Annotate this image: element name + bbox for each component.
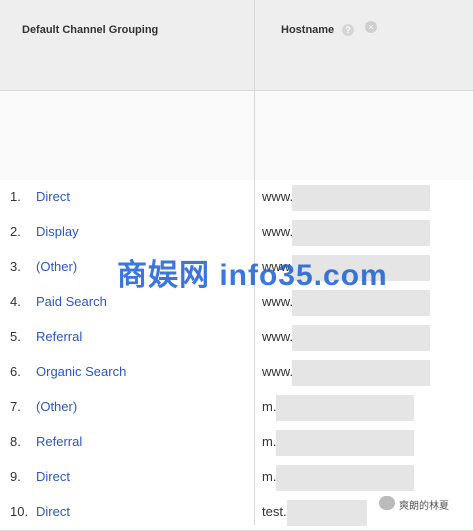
channel-link[interactable]: (Other) <box>36 399 77 414</box>
channel-link[interactable]: Direct <box>36 504 70 519</box>
table-row: 2. Display www. <box>0 215 473 251</box>
redacted-block <box>276 430 414 456</box>
hostname-cell: www. <box>262 364 294 379</box>
column-header-hostname[interactable]: Hostname <box>281 24 334 36</box>
redacted-block <box>292 255 430 281</box>
channel-link[interactable]: (Other) <box>36 259 77 274</box>
channel-link[interactable]: Direct <box>36 189 70 204</box>
row-number: 1. <box>10 189 21 204</box>
hostname-cell: m. <box>262 469 277 484</box>
hostname-cell: m. <box>262 399 277 414</box>
channel-link[interactable]: Organic Search <box>36 364 126 379</box>
redacted-block <box>276 465 414 491</box>
hostname-cell: m. <box>262 434 277 449</box>
table-row: 1. Direct www. <box>0 180 473 216</box>
help-icon[interactable]: ? <box>342 24 354 36</box>
table-row: 5. Referral www. <box>0 320 473 356</box>
hostname-cell: test. <box>262 504 287 519</box>
table-row: 4. Paid Search www. <box>0 285 473 321</box>
row-number: 5. <box>10 329 21 344</box>
redacted-block <box>276 395 414 421</box>
redacted-block <box>292 360 430 386</box>
column-divider <box>254 0 255 525</box>
table-row: 6. Organic Search www. <box>0 355 473 391</box>
close-icon[interactable]: × <box>365 21 377 33</box>
redacted-block <box>292 290 430 316</box>
redacted-block <box>287 500 367 526</box>
row-number: 3. <box>10 259 21 274</box>
header-spacer <box>0 91 473 181</box>
channel-link[interactable]: Referral <box>36 434 82 449</box>
table-row: 7. (Other) m. <box>0 390 473 426</box>
hostname-cell: www. <box>262 329 294 344</box>
row-number: 2. <box>10 224 21 239</box>
table-row: 8. Referral m. <box>0 425 473 461</box>
row-number: 10. <box>10 504 29 519</box>
row-number: 7. <box>10 399 21 414</box>
hostname-cell: www. <box>262 259 294 274</box>
row-number: 6. <box>10 364 21 379</box>
hostname-cell: www. <box>262 224 294 239</box>
table-row: 9. Direct m. <box>0 460 473 496</box>
table-row: 3. (Other) www. <box>0 250 473 286</box>
column-header-channel[interactable]: Default Channel Grouping <box>22 24 158 36</box>
table-header: Default Channel Grouping Hostname ? × <box>0 0 473 91</box>
row-number: 8. <box>10 434 21 449</box>
redacted-block <box>292 220 430 246</box>
channel-link[interactable]: Referral <box>36 329 82 344</box>
channel-link[interactable]: Direct <box>36 469 70 484</box>
hostname-cell: www. <box>262 294 294 309</box>
credit-text: 爽朗的林夏 <box>399 501 449 512</box>
row-number: 9. <box>10 469 21 484</box>
redacted-block <box>292 325 430 351</box>
credit-badge: 爽朗的林夏 <box>377 492 471 516</box>
chat-bubble-icon <box>379 496 395 510</box>
row-number: 4. <box>10 294 21 309</box>
channel-link[interactable]: Paid Search <box>36 294 107 309</box>
redacted-block <box>292 185 430 211</box>
hostname-cell: www. <box>262 189 294 204</box>
channel-link[interactable]: Display <box>36 224 79 239</box>
